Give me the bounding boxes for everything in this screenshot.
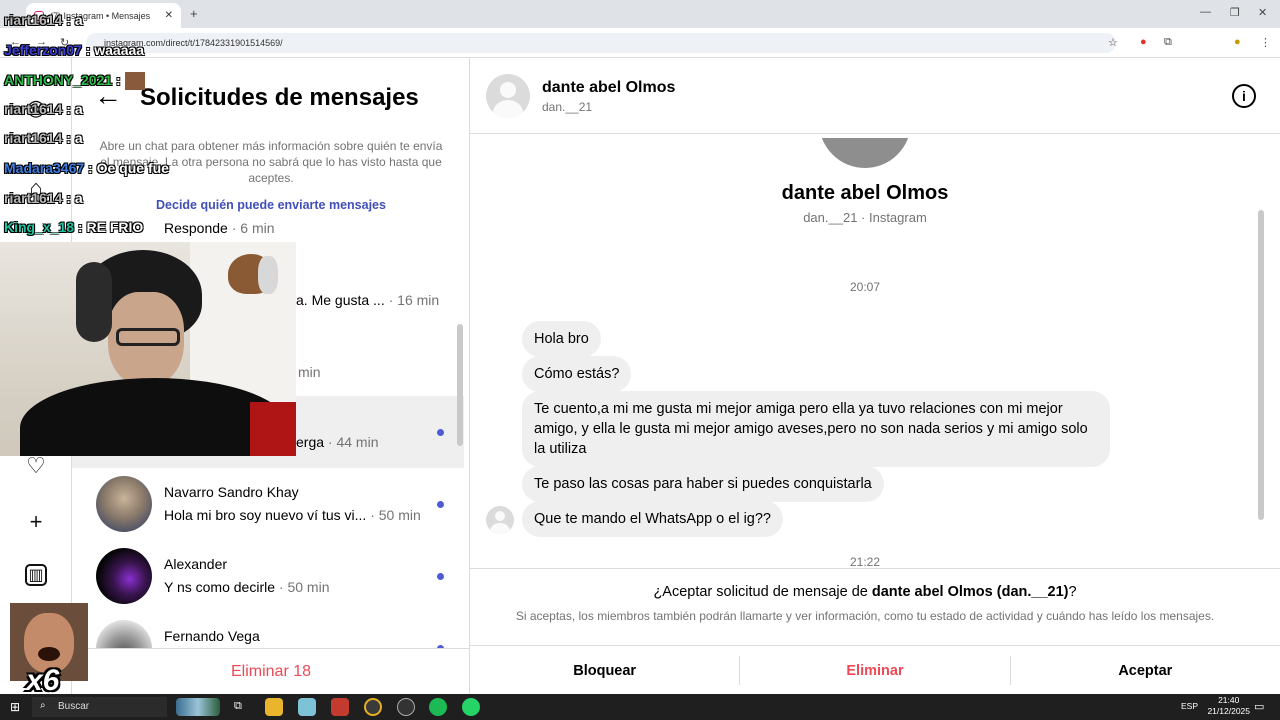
search-icon: ⌕: [40, 700, 46, 711]
request-name: Fernando Vega: [164, 628, 260, 644]
message-bubble: Cómo estás?: [522, 356, 632, 392]
request-message: Y ns como decirle: [164, 579, 276, 595]
unread-dot: [437, 573, 444, 580]
chat-panel: dante abel Olmos dan.__21 i dante abel O…: [470, 58, 1280, 694]
accept-request-box: ¿Aceptar solicitud de mensaje de dante a…: [470, 568, 1280, 694]
message-timestamp: 20:07: [849, 280, 881, 294]
request-name: Navarro Sandro Khay: [164, 484, 299, 500]
maximize-icon[interactable]: ❐: [1230, 6, 1240, 19]
notifications-heart-icon[interactable]: ♡: [22, 452, 50, 480]
create-plus-icon[interactable]: +: [22, 508, 50, 536]
message-timestamp: 21:22: [849, 555, 881, 569]
emote-icon: [124, 72, 145, 91]
widgets-icon[interactable]: [176, 698, 220, 716]
stream-chat-line: riart1614 : a: [4, 130, 83, 146]
bookmark-star-icon[interactable]: ☆: [1108, 36, 1118, 49]
minimize-icon[interactable]: —: [1200, 6, 1211, 18]
avatar: [96, 620, 152, 648]
webcam-overlay: [0, 242, 296, 456]
stream-chat-line: Madara3467 : Oe que fue: [4, 160, 169, 176]
app-icon[interactable]: [397, 698, 415, 716]
windows-taskbar: ⊞ Buscar ⌕ ⧉ ESP 21:40 21/12/2025 ▭: [0, 694, 1280, 720]
request-name: Alexander: [164, 556, 228, 572]
new-tab-icon[interactable]: +: [190, 6, 198, 21]
info-icon[interactable]: i: [1232, 84, 1256, 108]
app-icon[interactable]: [298, 698, 316, 716]
request-time: min: [298, 364, 321, 380]
accept-button[interactable]: Aceptar: [1011, 656, 1280, 685]
chat-contact-username: dan.__21: [542, 100, 593, 114]
browser-tab-bar: (7) Instagram • Mensajes ✕ + — ❐ ✕: [0, 0, 1280, 28]
whatsapp-icon[interactable]: [462, 698, 480, 716]
stream-chat-line: King_x_18 : RE FRIO: [4, 219, 144, 235]
language-indicator[interactable]: ESP: [1181, 701, 1198, 711]
extensions-icon[interactable]: ⧉: [1164, 36, 1172, 49]
avatar: [486, 506, 514, 534]
requests-title: Solicitudes de mensajes: [140, 84, 419, 111]
profile-icon[interactable]: ●: [1234, 36, 1241, 48]
avatar[interactable]: [486, 74, 530, 118]
unread-dot: [437, 501, 444, 508]
request-time: · 44 min: [324, 434, 379, 450]
file-explorer-icon[interactable]: [265, 698, 283, 716]
plush-toy: [258, 256, 278, 294]
request-time: · 16 min: [384, 292, 440, 308]
close-tab-icon[interactable]: ✕: [165, 10, 173, 21]
clock[interactable]: 21:40 21/12/2025: [1207, 695, 1250, 717]
windows-start-icon[interactable]: ⊞: [10, 700, 20, 714]
taskbar-search[interactable]: Buscar: [32, 697, 167, 717]
chat-header: dante abel Olmos dan.__21 i: [470, 58, 1280, 134]
request-time: · 50 min: [275, 579, 330, 595]
delete-button[interactable]: Eliminar: [740, 656, 1011, 685]
url-field[interactable]: instagram.com/direct/t/17842331901514569…: [86, 33, 1116, 53]
requests-scrollbar[interactable]: [457, 324, 463, 446]
request-message: Responde: [164, 220, 228, 236]
headphones: [76, 262, 112, 342]
request-message: a. Me gusta ...: [296, 292, 385, 308]
chrome-icon[interactable]: [364, 698, 382, 716]
request-item[interactable]: Navarro Sandro Khay Hola mi bro soy nuev…: [72, 468, 464, 540]
address-bar: ← → ↻ instagram.com/direct/t/17842331901…: [0, 28, 1280, 58]
avatar: [96, 476, 152, 532]
delete-all-button[interactable]: Eliminar 18: [72, 648, 470, 694]
notifications-icon[interactable]: ▭: [1254, 700, 1264, 713]
block-button[interactable]: Bloquear: [470, 656, 741, 685]
profile-subtitle: dan.__21 · Instagram: [803, 210, 927, 225]
message-bubble: Te cuento,a mi me gusta mi mejor amiga p…: [522, 391, 1110, 467]
stream-chat-line: riart1614 : a: [4, 101, 83, 117]
request-message: Hola mi bro soy nuevo ví tus vi...: [164, 507, 367, 523]
app-icon[interactable]: [331, 698, 349, 716]
avatar: [96, 548, 152, 604]
chair: [250, 402, 296, 456]
stream-chat-line: riart1614 : a: [4, 12, 83, 28]
stream-chat-line: Jefferzon07 : waaaaa: [4, 42, 145, 58]
opera-icon[interactable]: ●: [1140, 36, 1147, 48]
profile-name: dante abel Olmos: [781, 182, 949, 204]
stream-chat-line: ANTHONY_2021 :: [4, 72, 145, 91]
request-item[interactable]: Fernando Vega: [72, 612, 464, 648]
stream-chat-line: riart1614 : a: [4, 190, 83, 206]
request-time: · 6 min: [227, 220, 275, 236]
accept-info: Si aceptas, los miembros también podrán …: [515, 609, 1215, 623]
request-actions: Bloquear Eliminar Aceptar: [470, 645, 1280, 695]
accept-question: ¿Aceptar solicitud de mensaje de dante a…: [653, 584, 1077, 600]
unread-dot: [437, 429, 444, 436]
message-bubble: Hola bro: [522, 321, 601, 357]
task-view-icon[interactable]: ⧉: [234, 700, 242, 713]
spotify-icon[interactable]: [429, 698, 447, 716]
clock-time: 21:40: [1218, 695, 1240, 705]
browser-menu-icon[interactable]: ⋮: [1260, 36, 1271, 49]
request-message: erga: [296, 434, 325, 450]
dashboard-icon[interactable]: ▥: [25, 564, 47, 586]
request-item[interactable]: Alexander Y ns como decirle · 50 min: [72, 540, 464, 612]
glasses: [116, 328, 180, 346]
emote-count: x6: [26, 664, 60, 697]
chat-contact-name[interactable]: dante abel Olmos: [542, 79, 675, 97]
close-window-icon[interactable]: ✕: [1258, 6, 1267, 19]
message-bubble: Que te mando el WhatsApp o el ig??: [522, 501, 783, 537]
chat-scrollbar[interactable]: [1258, 210, 1264, 520]
request-time: · 50 min: [366, 507, 421, 523]
clock-date: 21/12/2025: [1207, 706, 1250, 716]
message-bubble: Te paso las cosas para haber si puedes c…: [522, 466, 884, 502]
